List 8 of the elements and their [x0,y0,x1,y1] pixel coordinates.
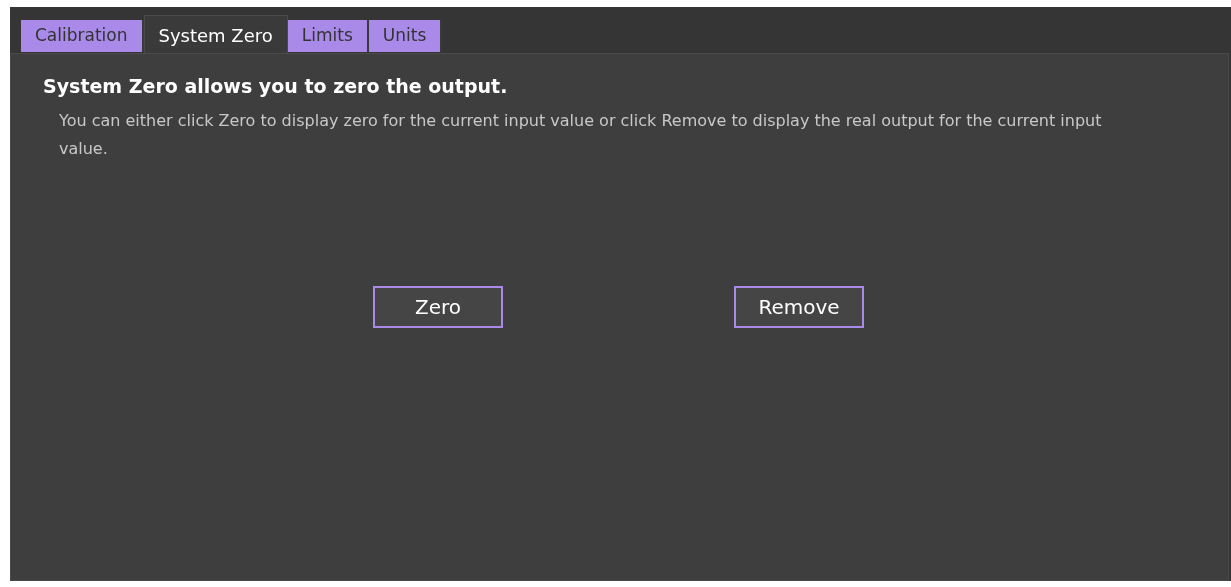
tab[interactable]: System Zero [143,15,288,54]
tab[interactable]: Calibration [21,20,144,52]
panel-description: You can either click Zero to display zero for the current input value or click Remove to display the real output for the current input value. [59,109,1103,160]
tab[interactable]: Units [368,20,443,52]
tab[interactable]: Limits [287,20,369,52]
panel-heading: System Zero allows you to zero the output. [43,74,509,99]
action-button[interactable]: Remove [734,285,864,328]
action-button[interactable]: Zero [373,285,503,328]
